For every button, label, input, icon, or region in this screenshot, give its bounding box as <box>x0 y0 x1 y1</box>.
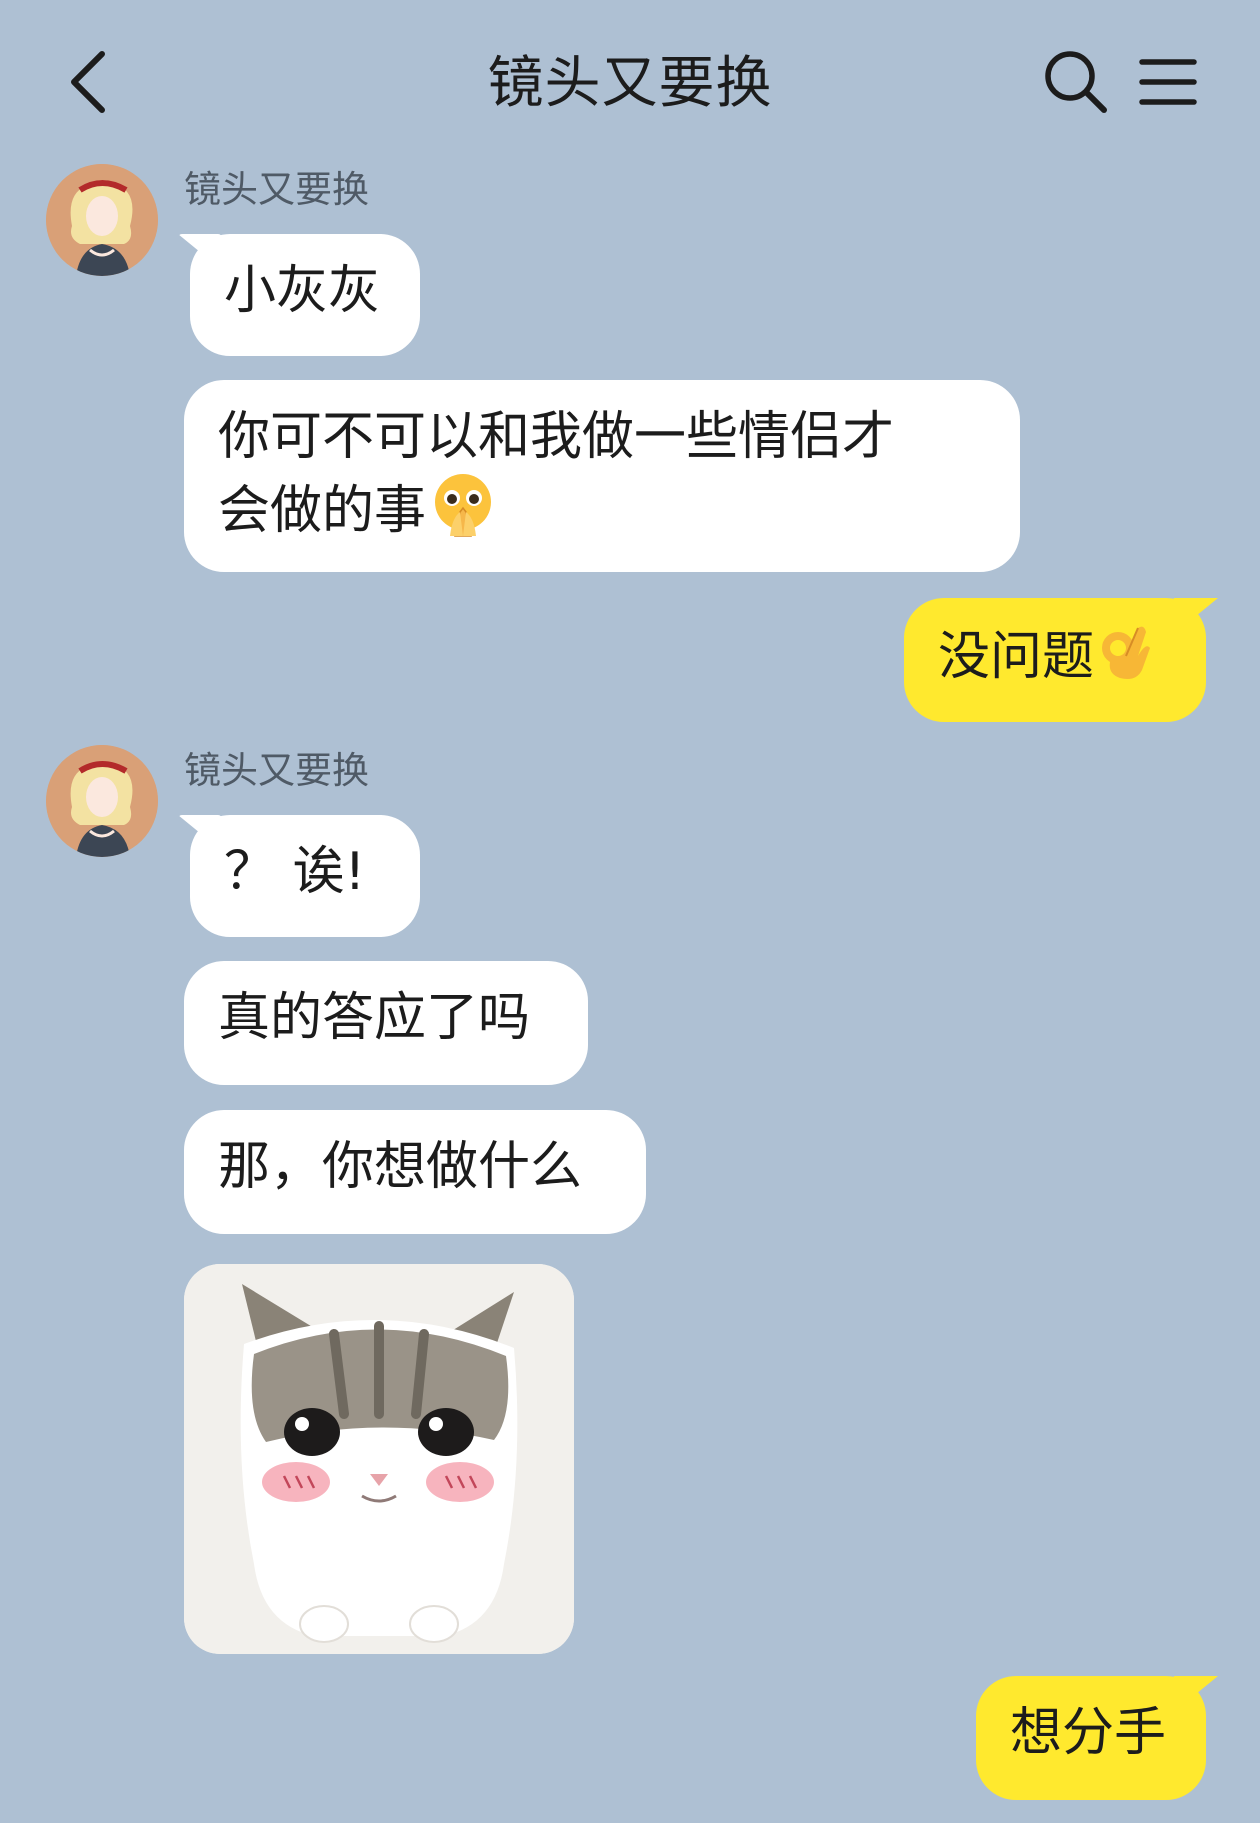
message-bubble[interactable]: 小灰灰 <box>190 234 420 356</box>
message-bubble[interactable]: 那，你想做什么 <box>184 1110 646 1234</box>
message-text: 你可不可以和我做一些情侣才 <box>218 407 895 467</box>
message-text: 真的答应了吗 <box>218 988 531 1048</box>
menu-icon[interactable] <box>1138 56 1198 108</box>
message-text: 想分手 <box>1010 1703 1167 1763</box>
message-text: 那，你想做什么 <box>218 1137 583 1197</box>
avatar[interactable] <box>46 164 158 276</box>
sender-name: 镜头又要换 <box>184 749 369 792</box>
chat-header: 镜头又要换 <box>0 0 1260 168</box>
message-bubble[interactable]: 真的答应了吗 <box>184 961 588 1085</box>
message-text: 没问题 <box>938 627 1095 687</box>
message-text: 会做的事 <box>218 481 427 541</box>
avatar[interactable] <box>46 745 158 857</box>
message-text: 小灰灰 <box>224 261 381 321</box>
ok-hand-emoji <box>1102 626 1151 679</box>
pleading-hands-emoji <box>435 474 492 537</box>
sender-name: 镜头又要换 <box>184 168 369 211</box>
message-bubble[interactable]: 你可不可以和我做一些情侣才 会做的事 <box>184 380 1020 572</box>
message-bubble-mine[interactable]: 没问题 <box>904 598 1206 722</box>
search-icon[interactable] <box>1042 48 1110 116</box>
message-text: ？ 诶! <box>224 842 366 902</box>
message-bubble[interactable]: ？ 诶! <box>190 815 420 937</box>
crying-cat-sticker[interactable] <box>184 1264 574 1654</box>
message-bubble-mine[interactable]: 想分手 <box>976 1676 1206 1800</box>
